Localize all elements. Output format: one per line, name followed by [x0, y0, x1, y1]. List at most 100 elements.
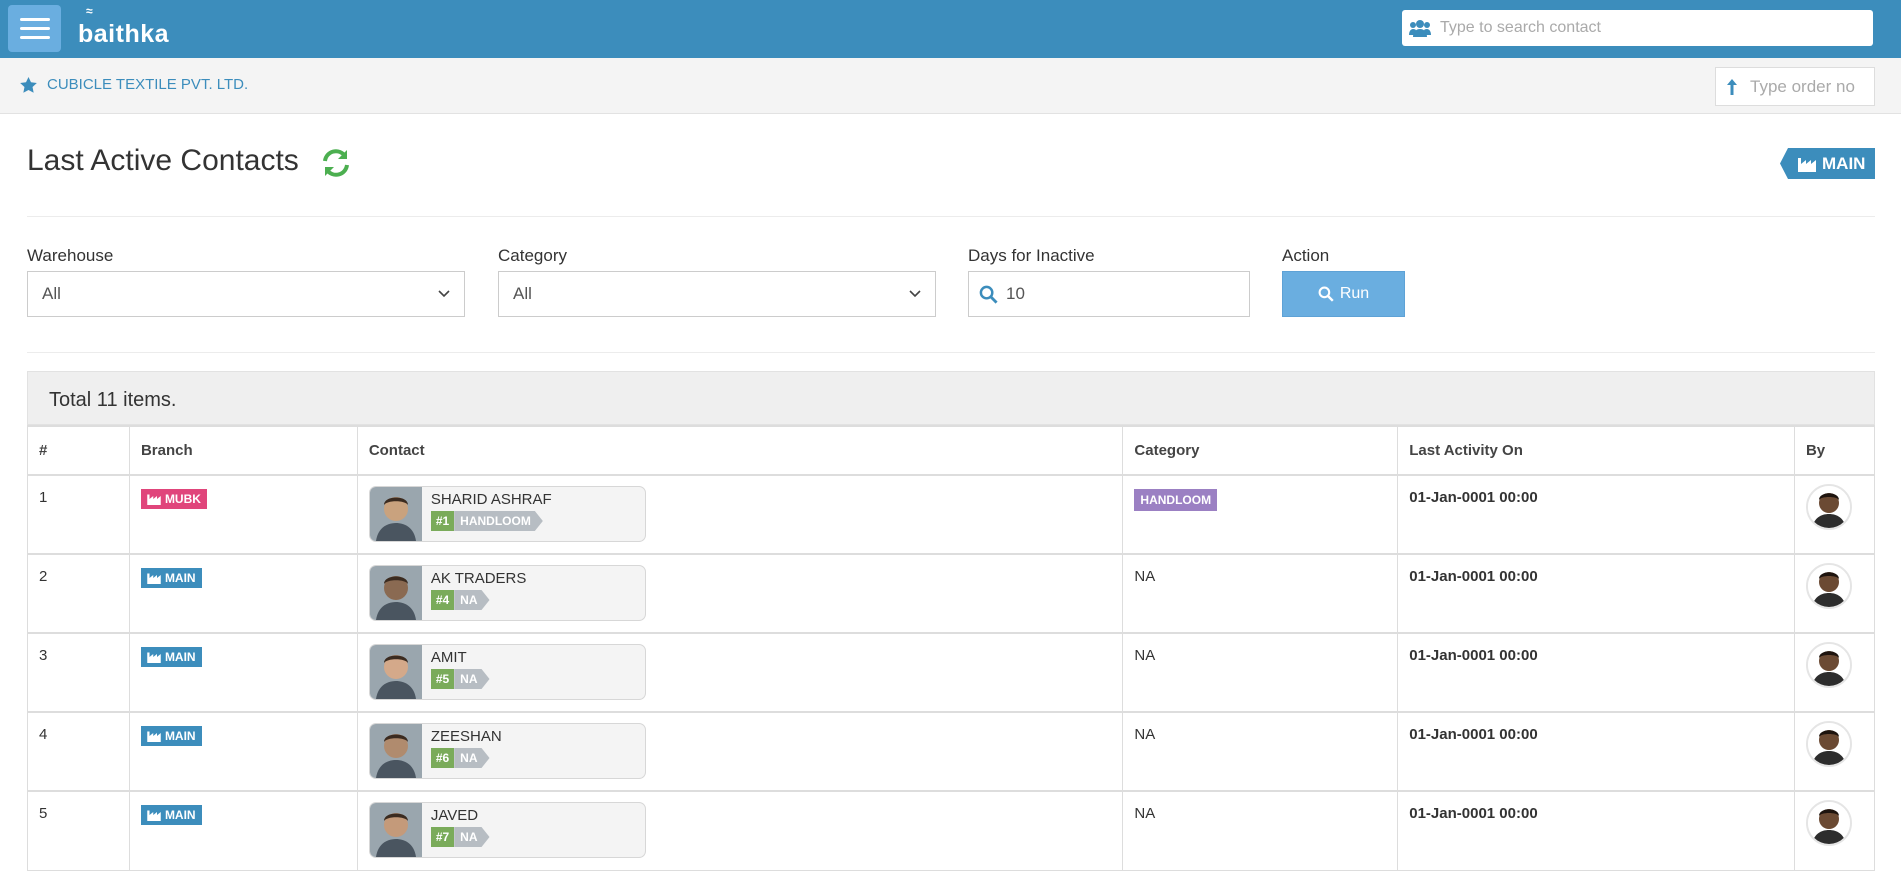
factory-icon [1798, 157, 1816, 172]
hamburger-menu-button[interactable] [8, 5, 61, 52]
category-label: Category [498, 246, 567, 265]
company-bar: CUBICLE TEXTILE PVT. LTD. [0, 58, 1901, 114]
contact-name: ZEESHAN [430, 728, 502, 745]
chevron-down-icon [909, 290, 921, 298]
branch-tag-label: MAIN [164, 729, 196, 743]
user-avatar-image [1807, 565, 1850, 607]
contact-card[interactable]: ZEESHAN #6 NA [368, 723, 646, 779]
contact-category-tag: NA [454, 827, 489, 847]
user-avatar[interactable] [1805, 642, 1852, 688]
category-cell: NA [1122, 632, 1399, 713]
run-button[interactable]: Run [1282, 271, 1405, 317]
contact-avatar [369, 645, 422, 699]
contact-info: AMIT #5 NA [422, 645, 490, 699]
category-text: NA [1134, 805, 1156, 822]
user-avatar-image [1807, 644, 1850, 686]
contact-cell: ZEESHAN #6 NA [356, 711, 1124, 792]
logo-wave-mark: ≈ [86, 4, 92, 18]
last-activity-cell: 01-Jan-0001 00:00 [1397, 790, 1795, 871]
branch-cell: MAIN [128, 790, 358, 871]
by-cell [1793, 553, 1876, 634]
branch-cell: MAIN [128, 711, 358, 792]
user-avatar[interactable] [1805, 721, 1852, 767]
branch-tag[interactable]: MAIN [140, 647, 202, 667]
by-cell [1793, 790, 1876, 871]
factory-icon [147, 810, 161, 821]
user-avatar-image [1807, 802, 1850, 844]
contact-category-tag: NA [454, 669, 489, 689]
branch-tag-label: MAIN [164, 571, 196, 585]
category-text: NA [1134, 568, 1156, 585]
branch-tag[interactable]: MUBK [140, 489, 207, 509]
star-icon [20, 76, 37, 93]
order-search[interactable] [1715, 67, 1875, 106]
contact-avatar [369, 724, 422, 778]
contact-cell: SHARID ASHRAF #1 HANDLOOM [356, 474, 1124, 555]
contact-card[interactable]: AMIT #5 NA [368, 644, 646, 700]
category-text: NA [1134, 647, 1156, 664]
contact-avatar [369, 803, 422, 857]
contact-search-input[interactable] [1438, 18, 1858, 38]
last-activity-cell: 01-Jan-0001 00:00 [1397, 474, 1795, 555]
by-cell [1793, 474, 1876, 555]
factory-icon [147, 731, 161, 742]
branch-tag[interactable]: MAIN [140, 805, 202, 825]
warehouse-select[interactable]: All [27, 271, 465, 317]
column-header[interactable]: Category [1122, 425, 1399, 476]
days-inactive-input[interactable]: 10 [968, 271, 1250, 317]
page-title: Last Active Contacts [27, 144, 299, 177]
branch-tag-label: MAIN [164, 650, 196, 664]
column-header[interactable]: Last Activity On [1397, 425, 1795, 476]
table-row[interactable]: 5 MAIN JAVED #7 NA NA 01-Jan-0001 00:00 [27, 790, 1876, 871]
user-avatar[interactable] [1805, 800, 1852, 846]
refresh-icon[interactable] [320, 147, 352, 184]
table-row[interactable]: 1 MUBK SHARID ASHRAF #1 HANDLOOM HANDLOOM 01-J… [27, 474, 1876, 555]
warehouse-label: Warehouse [27, 246, 114, 265]
column-header[interactable]: Contact [356, 425, 1124, 476]
user-avatar[interactable] [1805, 484, 1852, 530]
category-select[interactable]: All [498, 271, 936, 317]
column-header[interactable]: # [27, 425, 130, 476]
contacts-table: # Branch Contact Category Last Activity … [27, 425, 1876, 871]
user-avatar-image [1807, 486, 1850, 528]
table-row[interactable]: 4 MAIN ZEESHAN #6 NA NA 01-Jan-0001 00:00 [27, 711, 1876, 792]
user-avatar-image [1807, 723, 1850, 765]
menu-bar [19, 27, 50, 30]
row-number: 3 [27, 632, 130, 713]
arrow-up-icon [1716, 77, 1748, 97]
contact-id-tag: #5 [430, 669, 455, 689]
category-text: NA [1134, 726, 1156, 743]
branch-tag[interactable]: MAIN [140, 726, 202, 746]
contact-card[interactable]: JAVED #7 NA [368, 802, 646, 858]
contact-cell: AMIT #5 NA [356, 632, 1124, 713]
order-number-input[interactable] [1748, 75, 1868, 98]
divider [27, 352, 1875, 353]
branch-tag[interactable]: MAIN [140, 568, 202, 588]
chevron-down-icon [438, 290, 450, 298]
contact-name: JAVED [430, 807, 479, 824]
app-logo[interactable]: ≈ baithka [78, 4, 169, 49]
factory-icon [147, 494, 161, 505]
contact-card[interactable]: AK TRADERS #4 NA [368, 565, 646, 621]
user-avatar[interactable] [1805, 563, 1852, 609]
last-activity-date: 01-Jan-0001 00:00 [1409, 568, 1538, 585]
contact-id-tag: #6 [430, 748, 455, 768]
company-link[interactable]: CUBICLE TEXTILE PVT. LTD. [20, 76, 248, 93]
branch-badge[interactable]: MAIN [1780, 148, 1876, 179]
contact-tags: #4 NA [430, 590, 527, 610]
column-header[interactable]: By [1793, 425, 1876, 476]
contact-info: JAVED #7 NA [422, 803, 490, 857]
branch-cell: MUBK [128, 474, 358, 555]
table-row[interactable]: 3 MAIN AMIT #5 NA NA 01-Jan-0001 00:00 [27, 632, 1876, 713]
last-activity-cell: 01-Jan-0001 00:00 [1397, 711, 1795, 792]
contact-search[interactable] [1402, 10, 1873, 46]
table-row[interactable]: 2 MAIN AK TRADERS #4 NA NA 01-Jan-0001 00:00 [27, 553, 1876, 634]
last-activity-cell: 01-Jan-0001 00:00 [1397, 553, 1795, 634]
row-number: 4 [27, 711, 130, 792]
column-header[interactable]: Branch [128, 425, 358, 476]
contact-category-tag: NA [454, 590, 489, 610]
search-icon [979, 285, 998, 304]
contact-card[interactable]: SHARID ASHRAF #1 HANDLOOM [368, 486, 646, 542]
row-number: 1 [27, 474, 130, 555]
last-activity-date: 01-Jan-0001 00:00 [1409, 489, 1538, 506]
